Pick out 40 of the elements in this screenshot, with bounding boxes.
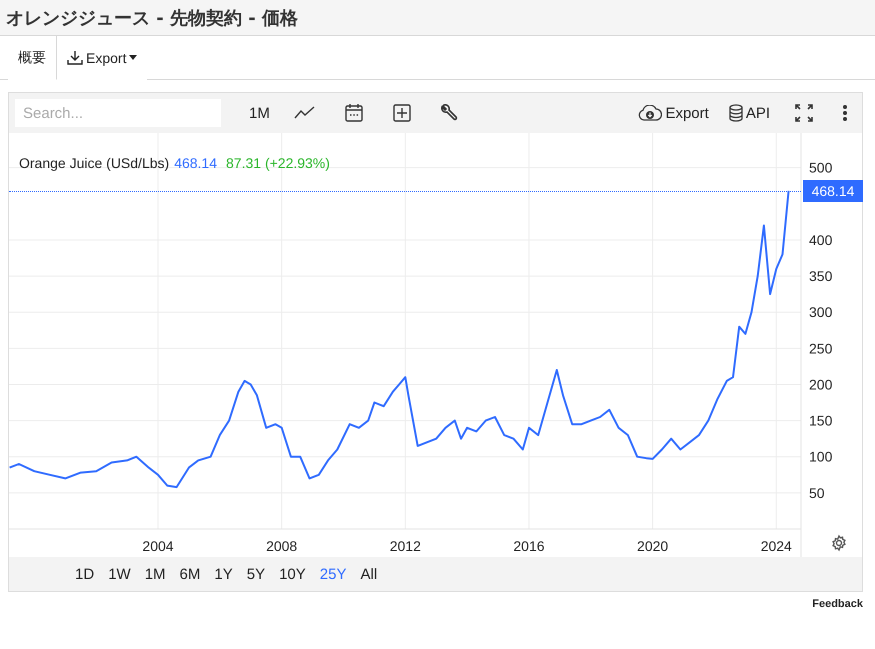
range-button[interactable]: All <box>354 566 384 582</box>
y-axis-label: 300 <box>809 304 832 320</box>
x-axis-label: 2012 <box>390 538 421 554</box>
interval-button[interactable]: 1M <box>245 97 274 129</box>
range-button[interactable]: 1M <box>138 566 172 582</box>
x-axis-label: 2008 <box>266 538 298 554</box>
api-button[interactable]: API <box>724 97 774 129</box>
feedback-link[interactable]: Feedback <box>812 598 863 610</box>
range-button[interactable]: 5Y <box>240 566 272 582</box>
overview-tab[interactable]: 概要 <box>8 36 57 80</box>
x-axis-label: 2016 <box>513 538 545 554</box>
last-price: 468.14 <box>174 155 218 171</box>
y-axis-label: 250 <box>809 340 832 356</box>
range-button[interactable]: 1D <box>69 566 100 582</box>
caret-icon <box>129 55 138 60</box>
x-axis-label: 2004 <box>142 538 174 554</box>
x-axis-label: 2024 <box>760 538 792 554</box>
y-axis-label: 100 <box>809 448 832 465</box>
y-axis-label: 400 <box>809 232 832 248</box>
price-change: 87.31 (+22.93%) <box>226 155 330 171</box>
series-name: Orange Juice (USd/Lbs) <box>19 155 170 171</box>
cloud-download-icon <box>638 105 662 121</box>
range-button[interactable]: 1W <box>102 566 137 582</box>
y-axis-label: 200 <box>809 376 832 392</box>
database-icon <box>728 104 743 122</box>
range-button[interactable]: 6M <box>174 566 206 582</box>
y-axis-label: 150 <box>809 412 832 429</box>
export-button[interactable]: Export <box>634 97 713 129</box>
y-axis-label: 350 <box>809 268 832 284</box>
range-button[interactable]: 25Y <box>314 566 352 582</box>
page-title: オレンジジュース - 先物契約 - 価格 <box>6 6 298 30</box>
x-axis-label: 2020 <box>637 538 668 554</box>
download-icon <box>67 50 83 65</box>
search-field[interactable]: Search... <box>15 99 221 127</box>
range-button[interactable]: 1Y <box>208 566 239 582</box>
y-axis-label: 50 <box>809 484 825 501</box>
settings-icon[interactable] <box>832 534 846 552</box>
y-axis-label: 500 <box>809 160 832 176</box>
price-tag: 468.14 <box>803 180 863 202</box>
range-button[interactable]: 10Y <box>273 566 312 582</box>
